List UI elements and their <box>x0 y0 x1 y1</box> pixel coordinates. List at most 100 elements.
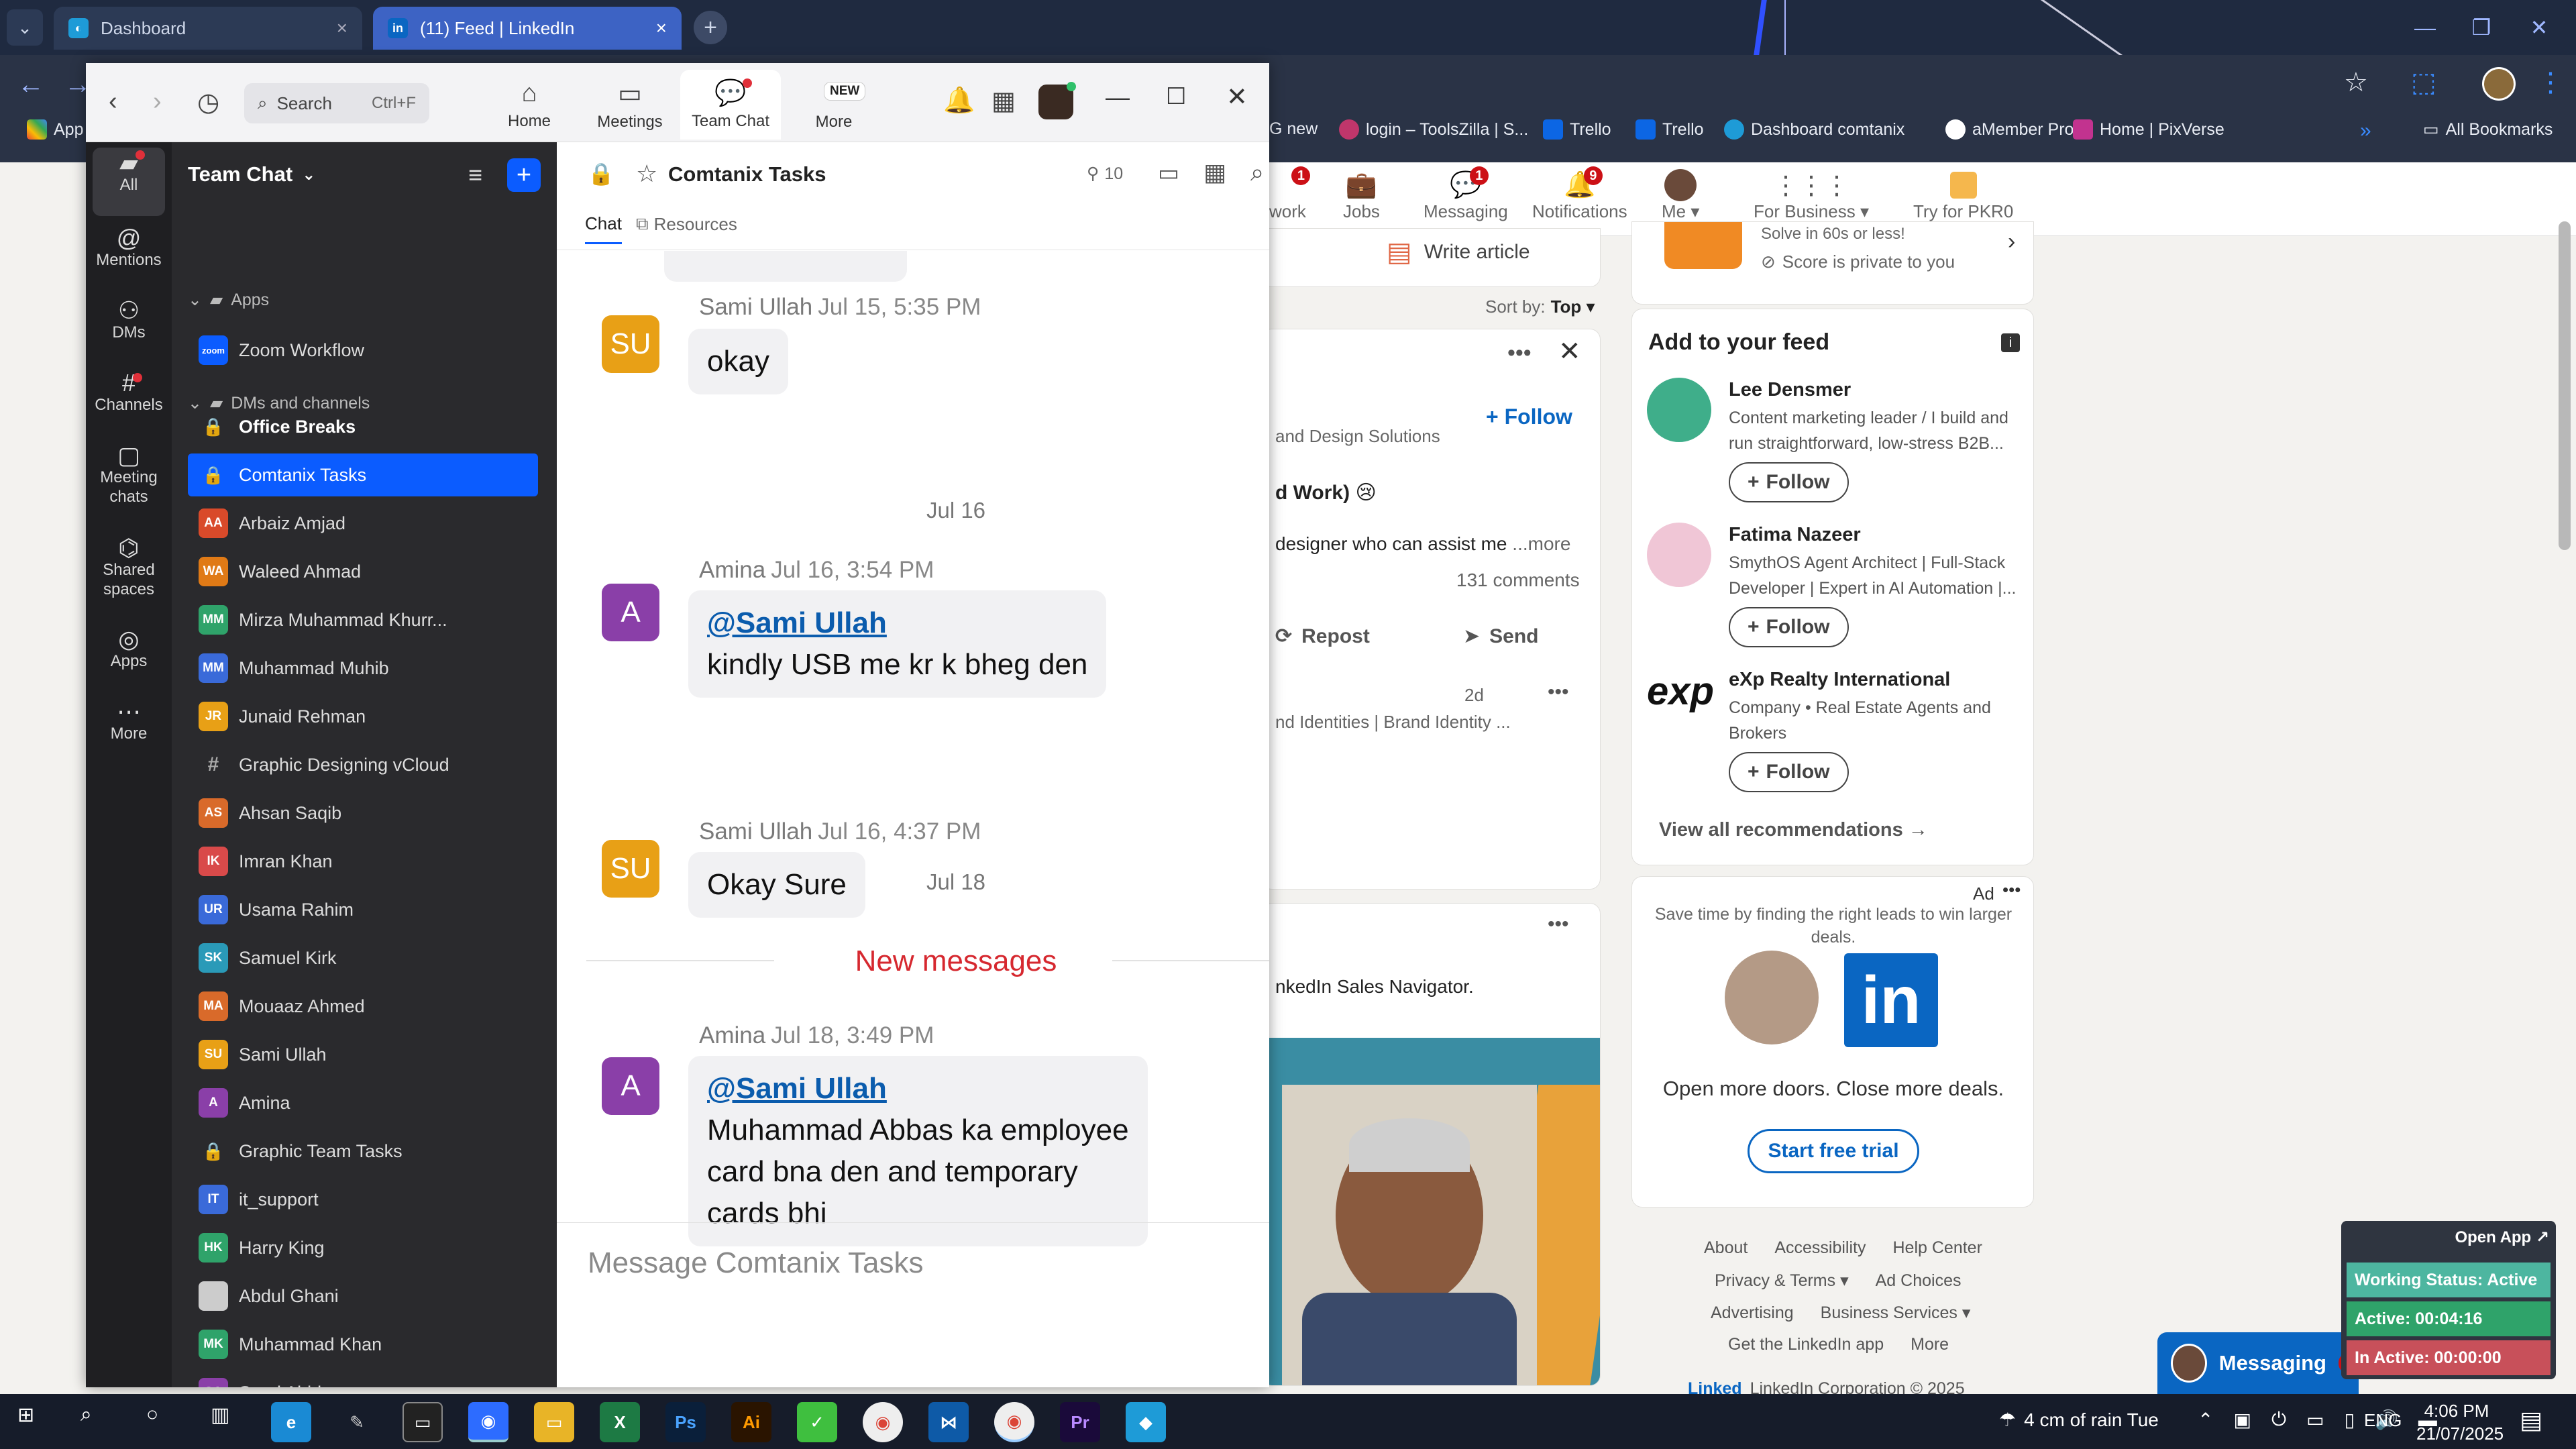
rail-mentions[interactable]: @ Mentions <box>86 226 172 270</box>
power-icon[interactable]: ⏻ <box>2271 1409 2286 1431</box>
edge-icon[interactable]: e <box>271 1402 311 1442</box>
nav-jobs[interactable]: 💼 Jobs <box>1343 169 1380 222</box>
chrome-profile-icon[interactable]: ◉ <box>994 1402 1034 1442</box>
message-input[interactable]: Message Comtanix Tasks <box>588 1246 924 1280</box>
chat-list-item[interactable]: AA Arbaiz Amjad <box>188 502 538 545</box>
team-chat-dropdown[interactable]: Team Chat ⌄ <box>188 162 315 186</box>
channel-title[interactable]: Comtanix Tasks <box>668 162 826 186</box>
windows-start-icon[interactable]: ⊞ <box>17 1403 34 1427</box>
bookmark-apps[interactable]: App <box>27 119 83 140</box>
repost-button[interactable]: ⟳ Repost <box>1275 625 1370 648</box>
rail-shared-spaces[interactable]: ⌬ Shared spaces <box>86 536 172 599</box>
suggestion-name[interactable]: Fatima Nazeer <box>1729 524 1861 546</box>
meet-icon[interactable]: ▣ <box>2233 1409 2251 1431</box>
chat-list-item[interactable]: HK Harry King <box>188 1226 538 1269</box>
footer-link[interactable]: About <box>1704 1238 1748 1258</box>
language-indicator[interactable]: ENG <box>2364 1410 2402 1431</box>
terminal-icon[interactable]: ▭ <box>402 1402 443 1442</box>
bookmark-pixverse[interactable]: Home | PixVerse <box>2073 119 2224 140</box>
see-more-link[interactable]: ...more <box>1512 533 1570 554</box>
bookmark-dashboard-comtanix[interactable]: Dashboard comtanix <box>1724 119 1904 140</box>
suggestion-name[interactable]: Lee Densmer <box>1729 379 1851 401</box>
message-author[interactable]: Sami Ullah <box>699 294 812 320</box>
open-app-link[interactable]: Open App ↗ <box>2455 1228 2549 1247</box>
maximize-button[interactable]: ☐ <box>1166 83 1186 110</box>
members-button[interactable]: ⚲ 10 <box>1087 164 1123 184</box>
footer-link[interactable]: Get the LinkedIn app <box>1728 1335 1884 1354</box>
message-bubble[interactable]: @Sami Ullah Muhammad Abbas ka employee c… <box>688 1056 1148 1246</box>
avatar[interactable]: A <box>602 584 659 641</box>
messaging-bar[interactable]: Messaging 1 <box>2157 1332 2359 1394</box>
view-all-recommendations-link[interactable]: View all recommendations → <box>1659 819 1928 841</box>
message-bubble[interactable]: okay <box>688 329 788 394</box>
tab-chat[interactable]: Chat <box>585 213 622 244</box>
avatar[interactable]: A <box>602 1057 659 1115</box>
nav-try-premium[interactable]: Try for PKR0 <box>1913 169 2013 222</box>
vscode-icon[interactable]: ⋈ <box>928 1402 969 1442</box>
mention-link[interactable]: @Sami Ullah <box>707 1068 1129 1110</box>
close-window-button[interactable]: ✕ <box>1226 82 1248 112</box>
premiere-icon[interactable]: Pr <box>1060 1402 1100 1442</box>
tab-linkedin[interactable]: in (11) Feed | LinkedIn × <box>373 7 682 50</box>
illustrator-icon[interactable]: Ai <box>731 1402 771 1442</box>
more-bookmarks-icon[interactable]: » <box>2360 119 2371 142</box>
new-tab-button[interactable]: + <box>694 11 727 44</box>
tab-more[interactable]: ⋯More <box>784 70 884 140</box>
search-icon[interactable]: ⌕ <box>80 1403 92 1426</box>
photoshop-icon[interactable]: Ps <box>665 1402 706 1442</box>
footer-link[interactable]: More <box>1911 1335 1949 1354</box>
tab-team-chat[interactable]: 💬 Team Chat <box>680 70 781 140</box>
search-icon[interactable]: ⌕ <box>1250 158 1264 187</box>
weather-widget[interactable]: ☂ 4 cm of rain Tue <box>1999 1409 2159 1431</box>
bookmark-trello-2[interactable]: Trello <box>1635 119 1704 140</box>
dashboard-app-icon[interactable]: ◆ <box>1126 1402 1166 1442</box>
browser-menu-icon[interactable]: ⋮ <box>2537 67 2564 98</box>
task-view-icon[interactable]: ▥ <box>211 1403 229 1427</box>
restore-button[interactable]: ❐ <box>2458 9 2505 46</box>
minimize-button[interactable]: — <box>2402 9 2449 46</box>
tab-list-button[interactable]: ⌄ <box>7 9 43 46</box>
start-free-trial-button[interactable]: Start free trial <box>1748 1129 1919 1173</box>
tab-resources[interactable]: ⧉ Resources <box>636 213 737 235</box>
footer-link[interactable]: Advertising <box>1711 1303 1794 1323</box>
display-icon[interactable]: ▭ <box>2306 1409 2324 1431</box>
back-icon[interactable]: ← <box>17 70 44 100</box>
nav-notifications[interactable]: 🔔 9 Notifications <box>1532 166 1627 222</box>
post-image[interactable] <box>1262 1038 1600 1385</box>
rail-meeting-chats[interactable]: ▢ Meeting chats <box>86 443 172 506</box>
close-tab-icon[interactable]: × <box>656 17 667 39</box>
chevron-up-icon[interactable]: ⌃ <box>2198 1409 2213 1431</box>
chat-list-item[interactable]: JR Junaid Rehman <box>188 695 538 738</box>
bookmark-toolszilla[interactable]: login – ToolsZilla | S... <box>1339 119 1528 140</box>
chat-list-item[interactable]: AS Ahsan Saqib <box>188 792 538 835</box>
comments-count[interactable]: 131 comments <box>1456 570 1580 591</box>
game-card[interactable]: Solve in 60s or less! ⊘ Score is private … <box>1631 221 2034 305</box>
chat-list-item[interactable]: # Graphic Designing vCloud <box>188 743 538 786</box>
follow-button[interactable]: + Follow <box>1729 752 1849 792</box>
nav-messaging[interactable]: 💬 1 Messaging <box>1424 166 1508 222</box>
nav-me[interactable]: Me ▾ <box>1662 169 1699 222</box>
chrome-icon[interactable]: ◉ <box>863 1402 903 1442</box>
chat-list-item[interactable]: SK Samuel Kirk <box>188 936 538 979</box>
bookmark-gnew[interactable]: G new <box>1269 119 1318 139</box>
chat-list-item[interactable]: SU Sami Ullah <box>188 1033 538 1076</box>
rail-all[interactable]: ▰ All <box>86 150 172 195</box>
ad-menu-icon[interactable]: ••• <box>2002 879 2021 900</box>
chevron-right-icon[interactable]: › <box>2008 229 2015 255</box>
chat-list-item[interactable]: MK Muhammad Khan <box>188 1323 538 1366</box>
mention-link[interactable]: @Sami Ullah <box>707 602 1087 644</box>
chat-list-item[interactable]: MM Muhammad Muhib <box>188 647 538 690</box>
star-icon[interactable]: ☆ <box>2344 67 2368 98</box>
post-follow-button[interactable]: + Follow <box>1486 405 1572 429</box>
bookmark-trello-1[interactable]: Trello <box>1543 119 1611 140</box>
extensions-icon[interactable]: ⬚ <box>2411 67 2436 98</box>
chat-list-item[interactable]: WA Waleed Ahmad <box>188 550 538 593</box>
message-bubble[interactable]: @Sami Ullah kindly USB me kr k bheg den <box>688 590 1107 698</box>
tab-home[interactable]: ⌂ Home <box>479 70 580 140</box>
clock[interactable]: 4:06 PM 21/07/2025 <box>2416 1399 2504 1445</box>
nav-for-business[interactable]: ⋮⋮⋮ For Business ▾ <box>1754 169 1869 222</box>
message-author[interactable]: Amina <box>699 1022 765 1049</box>
notification-center-icon[interactable]: ▤ <box>2520 1406 2542 1434</box>
chat-list-item[interactable]: Abdul Ghani <box>188 1275 538 1318</box>
star-icon[interactable]: ☆ <box>636 160 657 188</box>
